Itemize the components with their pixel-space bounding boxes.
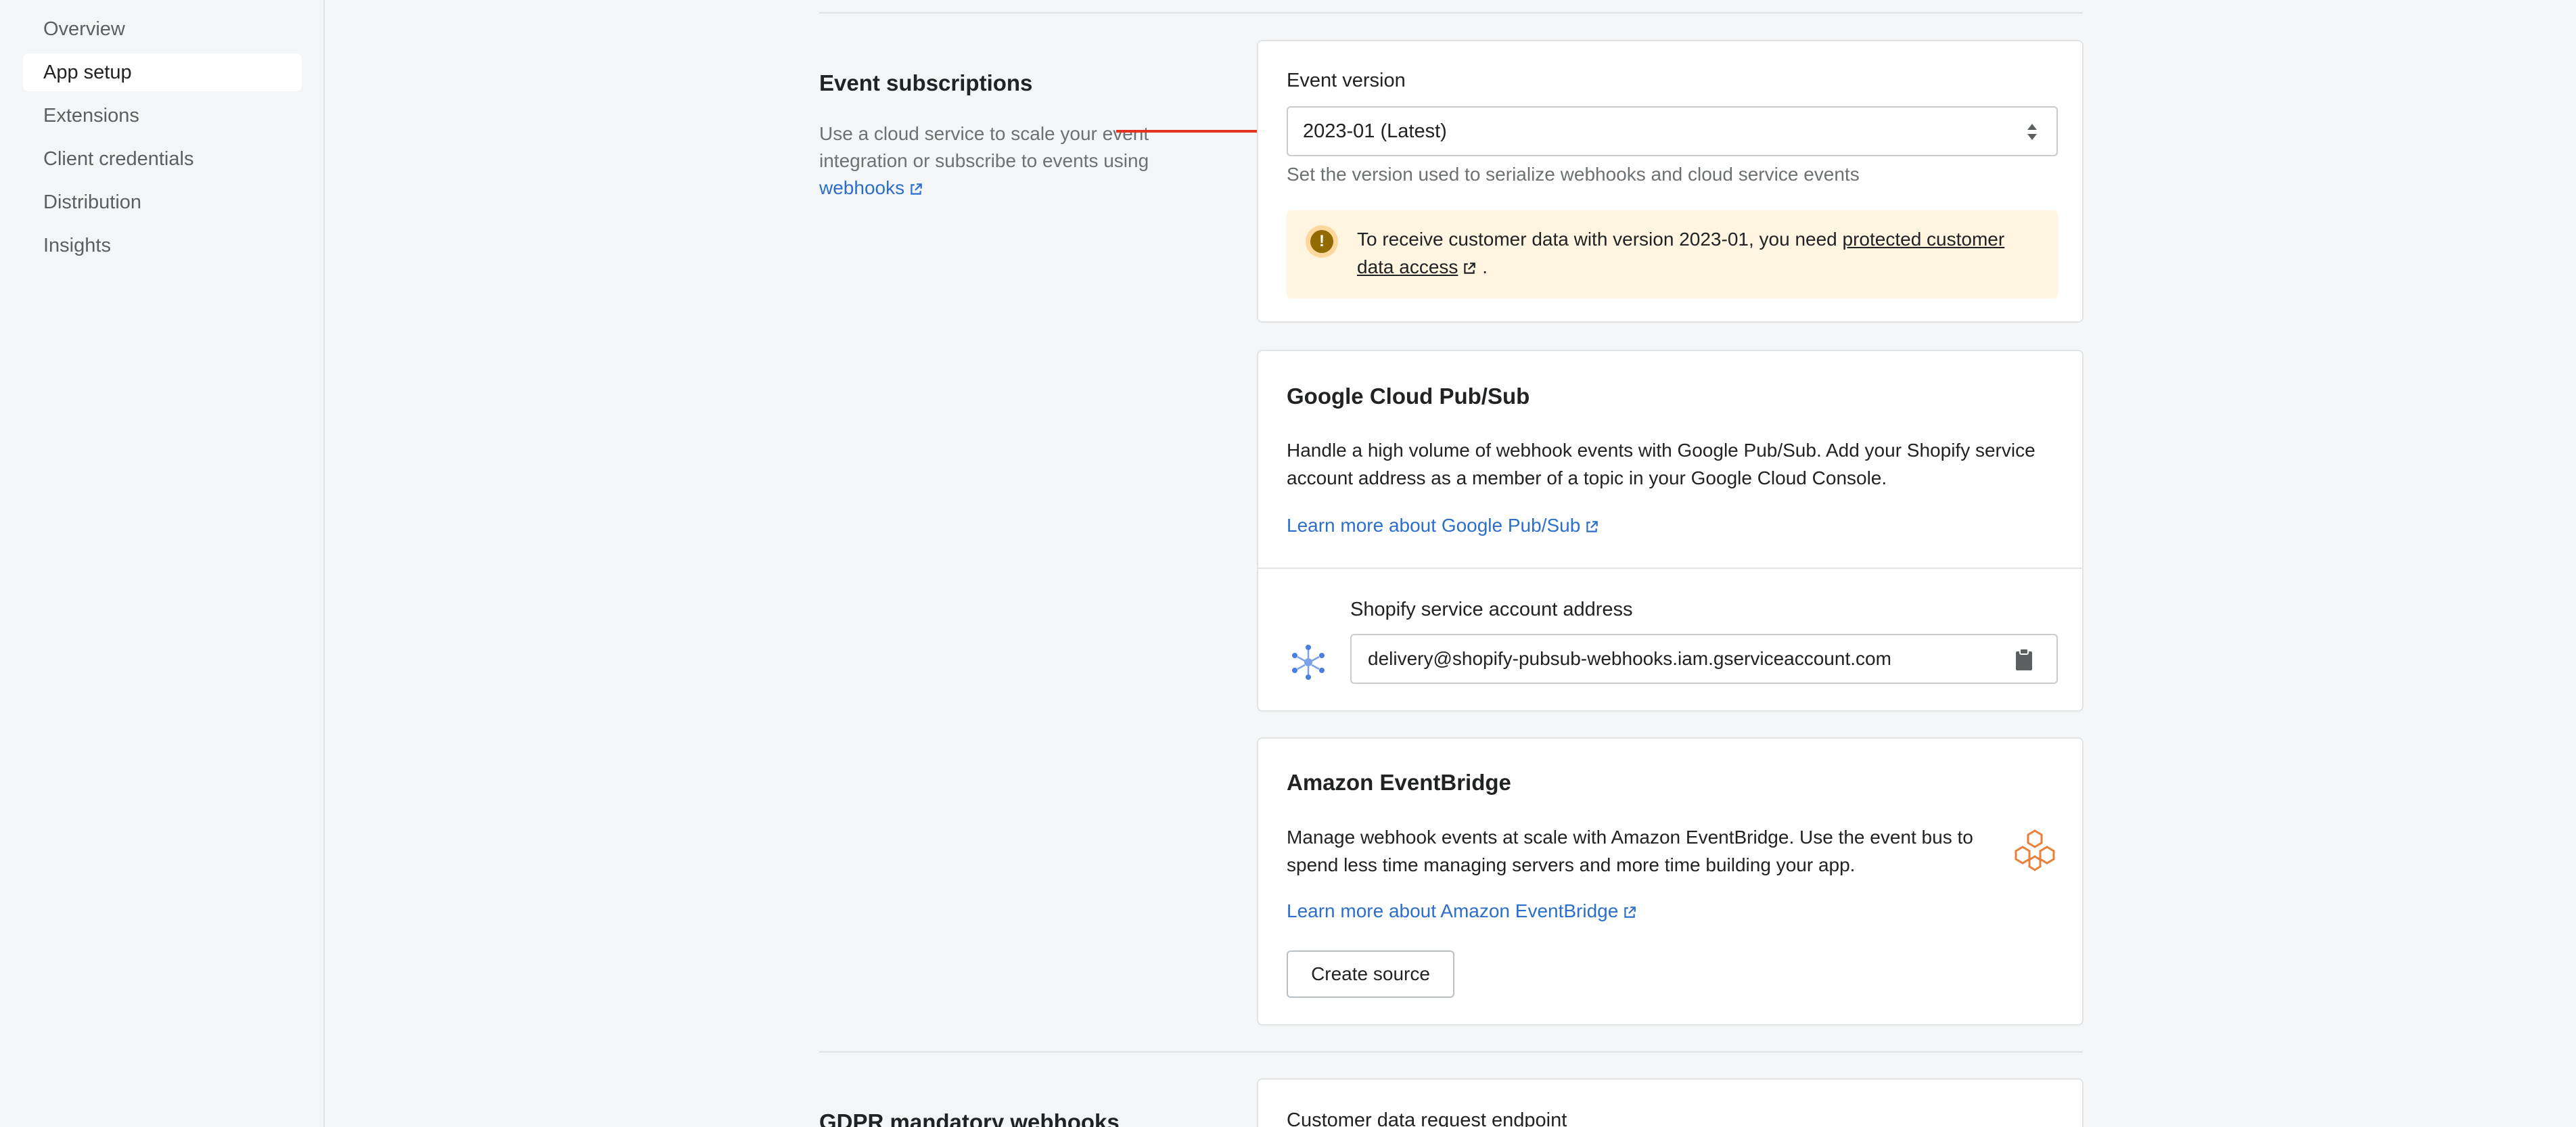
sidebar: Overview App setup Extensions Client cre…: [0, 0, 325, 1127]
event-version-card: Event version 2023-01 (Latest) Set the v…: [1257, 40, 2084, 323]
gdpr-card: Customer data request endpoint: [1257, 1078, 2084, 1127]
create-source-button[interactable]: Create source: [1287, 950, 1454, 998]
event-version-select[interactable]: 2023-01 (Latest): [1287, 106, 2058, 156]
sidebar-item-client-credentials[interactable]: Client credentials: [23, 140, 302, 178]
select-arrows-icon: [2027, 124, 2037, 140]
amazon-eventbridge-card: Amazon EventBridge Manage webhook events…: [1257, 737, 2084, 1026]
sidebar-item-insights[interactable]: Insights: [23, 227, 302, 264]
service-account-label: Shopify service account address: [1350, 599, 1633, 620]
webhooks-link[interactable]: webhooks: [819, 177, 923, 198]
google-pubsub-description: Handle a high volume of webhook events w…: [1287, 440, 2036, 488]
warning-icon: !: [1306, 225, 1338, 258]
gdpr-webhooks-title: GDPR mandatory webhooks: [819, 1109, 1120, 1127]
google-pubsub-learn-more-link[interactable]: Learn more about Google Pub/Sub: [1287, 515, 1599, 536]
external-link-icon: [1624, 906, 1636, 918]
warning-banner: ! To receive customer data with version …: [1287, 210, 2058, 298]
event-version-label: Event version: [1287, 70, 1406, 91]
event-version-help: Set the version used to serialize webhoo…: [1287, 164, 1860, 185]
google-pubsub-card: Google Cloud Pub/Sub Handle a high volum…: [1257, 350, 2084, 712]
external-link-icon: [1464, 262, 1476, 274]
eventbridge-icon: [2015, 829, 2055, 871]
pubsub-icon: [1292, 645, 1325, 680]
section-divider-top: [819, 12, 2083, 14]
event-subscriptions-title: Event subscriptions: [819, 70, 1033, 95]
sidebar-item-distribution[interactable]: Distribution: [23, 183, 302, 221]
sidebar-item-app-setup[interactable]: App setup: [23, 53, 302, 91]
amazon-eventbridge-title: Amazon EventBridge: [1287, 770, 1511, 795]
clipboard-icon[interactable]: [2015, 647, 2033, 672]
sidebar-item-overview[interactable]: Overview: [23, 10, 302, 48]
service-account-field[interactable]: delivery@shopify-pubsub-webhooks.iam.gse…: [1350, 634, 2058, 684]
sidebar-item-extensions[interactable]: Extensions: [23, 97, 302, 135]
card-divider: [1258, 568, 2082, 569]
amazon-eventbridge-description: Manage webhook events at scale with Amaz…: [1287, 827, 1973, 875]
warning-text: To receive customer data with version 20…: [1357, 229, 2005, 277]
app-setup-page: Overview App setup Extensions Client cre…: [0, 0, 2576, 1127]
section-divider-bottom: [819, 1051, 2083, 1053]
external-link-icon: [1586, 520, 1598, 532]
amazon-eventbridge-learn-more-link[interactable]: Learn more about Amazon EventBridge: [1287, 900, 1637, 922]
customer-data-request-label: Customer data request endpoint: [1287, 1109, 1567, 1127]
external-link-icon: [911, 183, 922, 195]
google-pubsub-title: Google Cloud Pub/Sub: [1287, 384, 1530, 409]
